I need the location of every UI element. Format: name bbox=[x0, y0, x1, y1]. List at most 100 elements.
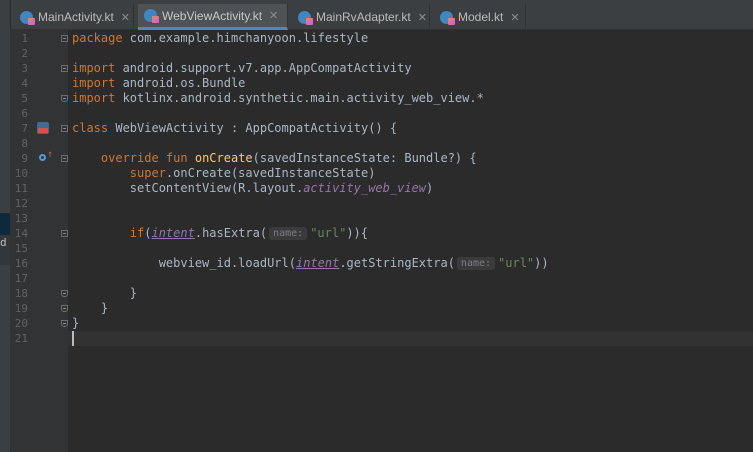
code-editor[interactable]: package com.example.himchanyoon.lifestyl… bbox=[68, 30, 753, 452]
code-text: )){ bbox=[346, 226, 369, 240]
code-line-11[interactable]: setContentView(R.layout.activity_web_vie… bbox=[72, 181, 433, 196]
code-text: kotlinx.android.synthetic.main.activity_… bbox=[115, 91, 484, 105]
code-line-19[interactable]: } bbox=[72, 301, 108, 316]
close-icon[interactable]: ✕ bbox=[418, 11, 427, 24]
line-number: 2 bbox=[21, 47, 28, 60]
code-text: WebViewActivity : AppCompatActivity() { bbox=[108, 121, 398, 135]
line-number: 15 bbox=[14, 242, 28, 255]
tab-label: MainRvAdapter.kt bbox=[316, 10, 411, 24]
gutter-line: 19 bbox=[10, 301, 68, 316]
code-line-20[interactable]: } bbox=[72, 316, 79, 331]
gutter-line: 18 bbox=[10, 286, 68, 301]
kotlin-file-icon bbox=[298, 10, 313, 25]
run-activity-icon[interactable] bbox=[37, 122, 49, 134]
function-name: onCreate bbox=[194, 151, 253, 165]
kotlin-file-icon bbox=[20, 10, 35, 25]
close-icon[interactable]: ✕ bbox=[269, 9, 278, 22]
close-icon[interactable]: ✕ bbox=[121, 11, 130, 24]
keyword: if bbox=[129, 226, 145, 240]
line-number: 6 bbox=[21, 107, 28, 120]
fold-end-icon[interactable] bbox=[61, 290, 68, 297]
tab-webview-activity[interactable]: WebViewActivity.kt ✕ bbox=[138, 4, 288, 30]
project-panel-selection bbox=[0, 213, 10, 235]
intent-property: intent bbox=[295, 256, 340, 270]
line-number: 4 bbox=[21, 77, 28, 90]
code-line-7[interactable]: class WebViewActivity : AppCompatActivit… bbox=[72, 121, 397, 136]
code-text: ) bbox=[426, 181, 434, 195]
gutter-line: 17 bbox=[10, 271, 68, 286]
project-panel-text-fragment: d bbox=[0, 236, 7, 249]
line-number: 14 bbox=[14, 227, 28, 240]
gutter-line: 1 bbox=[10, 31, 68, 46]
fold-icon[interactable] bbox=[61, 155, 68, 162]
override-method-icon[interactable] bbox=[39, 154, 46, 161]
code-line-5[interactable]: import kotlinx.android.synthetic.main.ac… bbox=[72, 91, 484, 106]
code-text: .hasExtra( bbox=[194, 226, 268, 240]
code-text: .onCreate(savedInstanceState) bbox=[165, 166, 376, 180]
gutter-line: 7 bbox=[10, 121, 68, 136]
keyword: import bbox=[72, 91, 116, 105]
tab-model[interactable]: Model.kt ✕ bbox=[434, 4, 526, 30]
project-panel-edge[interactable]: d bbox=[0, 30, 10, 452]
fold-end-icon[interactable] bbox=[61, 305, 68, 312]
code-line-4[interactable]: import android.os.Bundle bbox=[72, 76, 245, 91]
code-line-3[interactable]: import android.support.v7.app.AppCompatA… bbox=[72, 61, 412, 76]
fold-end-icon[interactable] bbox=[61, 320, 68, 327]
code-text: )) bbox=[534, 256, 549, 270]
line-number: 21 bbox=[14, 332, 28, 345]
tab-label: Model.kt bbox=[458, 10, 504, 24]
line-number: 18 bbox=[14, 287, 28, 300]
code-text: .getStringExtra( bbox=[339, 256, 455, 270]
gutter-line: 15 bbox=[10, 241, 68, 256]
gutter-line: 12 bbox=[10, 196, 68, 211]
gutter-line: 8 bbox=[10, 136, 68, 151]
line-number: 10 bbox=[14, 167, 28, 180]
line-number: 16 bbox=[14, 257, 28, 270]
code-line-10[interactable]: super.onCreate(savedInstanceState) bbox=[72, 166, 376, 181]
code-line-1[interactable]: package com.example.himchanyoon.lifestyl… bbox=[72, 31, 368, 46]
intent-property: intent bbox=[151, 226, 195, 240]
tab-main-rv-adapter[interactable]: MainRvAdapter.kt ✕ bbox=[292, 4, 430, 30]
string-literal: "url" bbox=[310, 226, 347, 240]
gutter-line: 11 bbox=[10, 181, 68, 196]
tab-label: WebViewActivity.kt bbox=[162, 8, 263, 23]
close-icon[interactable]: ✕ bbox=[510, 11, 519, 24]
gutter-line: 21 bbox=[10, 331, 68, 346]
fold-end-icon[interactable] bbox=[61, 95, 68, 102]
keyword: import bbox=[72, 61, 116, 75]
line-number: 1 bbox=[21, 32, 28, 45]
code-line-14[interactable]: if(intent.hasExtra(name: "url")){ bbox=[72, 226, 368, 241]
code-text: setContentView(R.layout. bbox=[72, 181, 304, 195]
line-number: 11 bbox=[14, 182, 28, 195]
line-number: 20 bbox=[14, 317, 28, 330]
keyword: import bbox=[72, 76, 116, 90]
code-text: webview_id.loadUrl( bbox=[72, 256, 296, 270]
code-line-16[interactable]: webview_id.loadUrl(intent.getStringExtra… bbox=[72, 256, 549, 271]
line-number: 3 bbox=[21, 62, 28, 75]
gutter-line: 3 bbox=[10, 61, 68, 76]
tab-bar-left-strip bbox=[0, 0, 11, 30]
tab-label: MainActivity.kt bbox=[38, 10, 114, 24]
tab-main-activity[interactable]: MainActivity.kt ✕ bbox=[14, 4, 134, 30]
fold-icon[interactable] bbox=[61, 35, 68, 42]
code-text: android.support.v7.app.AppCompatActivity bbox=[115, 61, 412, 75]
line-number: 9 bbox=[21, 152, 28, 165]
line-number: 8 bbox=[21, 137, 28, 150]
fold-icon[interactable] bbox=[61, 230, 68, 237]
keyword: override fun bbox=[100, 151, 188, 165]
code-line-9[interactable]: override fun onCreate(savedInstanceState… bbox=[72, 151, 477, 166]
code-text: android.os.Bundle bbox=[115, 76, 246, 90]
line-number-gutter[interactable]: 1 2 3 4 5 6 7 8 9 ↑ 10 11 12 13 14 15 16 … bbox=[10, 30, 68, 452]
text-caret bbox=[72, 331, 74, 346]
fold-icon[interactable] bbox=[61, 125, 68, 132]
line-number: 12 bbox=[14, 197, 28, 210]
line-number: 13 bbox=[14, 212, 28, 225]
code-text: (savedInstanceState: Bundle?) { bbox=[252, 151, 477, 165]
code-line-18[interactable]: } bbox=[72, 286, 137, 301]
gutter-line: 20 bbox=[10, 316, 68, 331]
gutter-line: 14 bbox=[10, 226, 68, 241]
line-number: 17 bbox=[14, 272, 28, 285]
fold-icon[interactable] bbox=[61, 65, 68, 72]
